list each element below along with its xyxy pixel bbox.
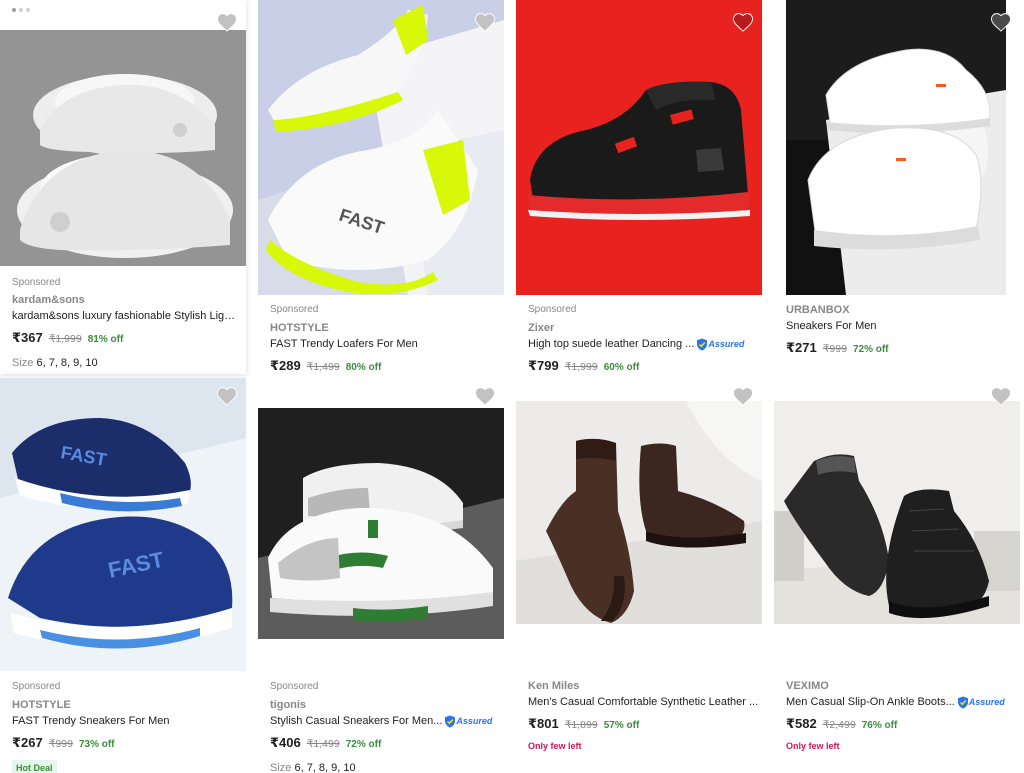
product-card[interactable]: Sponsored tigonis Stylish Casual Sneaker… [258,378,516,773]
discount: 81% off [87,334,124,345]
mrp: ₹2,499 [822,719,856,731]
product-image[interactable]: FAST FAST [0,378,246,671]
sponsored-label: Sponsored [12,277,61,288]
brand-name: tigonis [270,699,307,711]
brand-name: kardam&sons [12,294,85,306]
discount: 72% off [345,739,382,750]
product-image[interactable] [516,0,762,295]
size-values: 6, 7, 8, 9, 10 [294,762,356,773]
price: ₹367 [12,330,43,345]
product-title[interactable]: Sneakers For Men [786,318,876,334]
brand-name: VEXIMO [786,680,829,692]
product-card[interactable]: Sponsored kardam&sons kardam&sons luxury… [0,0,246,374]
product-title[interactable]: Men's Casual Comfortable Synthetic Leath… [528,694,758,710]
price: ₹289 [270,358,301,373]
assured-text: Assured [708,339,745,349]
price: ₹801 [528,716,559,731]
mrp: ₹1,999 [564,361,598,373]
size-label: Size [270,762,292,773]
sponsored-label: Sponsored [270,304,319,315]
discount: 60% off [603,362,640,373]
product-card[interactable]: Sponsored Zixer High top suede leather D… [516,0,774,380]
mrp: ₹1,899 [564,719,598,731]
mrp: ₹1,499 [306,738,340,750]
assured-shield-icon [445,715,456,727]
size-info: Size 6, 7, 8, 9, 10 [12,357,236,369]
assured-shield-icon [697,338,708,350]
brand-name: HOTSTYLE [270,322,329,334]
product-title[interactable]: Stylish Casual Sneakers For Men... [270,713,442,729]
discount: 72% off [852,344,889,355]
discount: 76% off [861,720,898,731]
product-card[interactable]: Ken Miles Men's Casual Comfortable Synth… [516,378,774,773]
product-title[interactable]: Men Casual Slip-On Ankle Boots... [786,694,955,710]
product-card[interactable]: URBANBOX Sneakers For Men ₹271 ₹999 72% … [774,0,1024,380]
sponsored-label: Sponsored [270,681,319,692]
stock-status: Only few left [528,741,582,751]
assured-badge: Assured [696,336,744,352]
product-image[interactable] [774,401,1020,624]
product-card[interactable]: FAST Sponsored HOTSTYLE FAST Trendy Loaf… [258,0,516,380]
brand-name: Ken Miles [528,680,580,692]
product-card[interactable]: FAST FAST Sponsored HOTSTYLE FAST Trendy… [0,378,258,773]
discount: 80% off [345,362,382,373]
sponsored-label: Sponsored [12,681,61,692]
discount: 57% off [603,720,640,731]
product-image[interactable] [258,408,504,639]
mrp: ₹999 [48,738,73,750]
heart-icon[interactable] [990,386,1012,406]
size-label: Size [12,357,34,369]
heart-icon[interactable] [990,12,1012,32]
mrp: ₹1,999 [48,333,82,345]
size-info: Size 6, 7, 8, 9, 10 [270,762,506,773]
product-image[interactable] [0,30,246,266]
heart-icon[interactable] [216,386,238,406]
price: ₹267 [12,735,43,750]
heart-icon[interactable] [474,12,496,32]
mrp: ₹1,499 [306,361,340,373]
product-image[interactable]: FAST [258,0,504,295]
mrp: ₹999 [822,343,847,355]
assured-badge: Assured [444,713,492,729]
assured-shield-icon [957,696,968,708]
assured-text: Assured [456,716,493,726]
brand-name: Zixer [528,322,555,334]
heart-icon[interactable] [732,12,754,32]
size-values: 6, 7, 8, 9, 10 [36,357,98,369]
price: ₹406 [270,735,301,750]
heart-icon[interactable] [216,12,238,32]
hot-deal-badge: Hot Deal [12,760,57,773]
sponsored-label: Sponsored [528,304,577,315]
price: ₹799 [528,358,559,373]
assured-badge: Assured [957,694,1005,710]
heart-icon[interactable] [732,386,754,406]
stock-status: Only few left [786,741,840,751]
discount: 73% off [78,739,115,750]
product-title[interactable]: kardam&sons luxury fashionable Stylish L… [12,308,236,324]
product-title[interactable]: FAST Trendy Sneakers For Men [12,713,170,729]
product-card[interactable]: VEXIMO Men Casual Slip-On Ankle Boots...… [774,378,1024,773]
brand-name: HOTSTYLE [12,699,71,711]
price: ₹582 [786,716,817,731]
product-title[interactable]: FAST Trendy Loafers For Men [270,336,418,352]
heart-icon[interactable] [474,386,496,406]
product-title[interactable]: High top suede leather Dancing ... [528,336,694,352]
image-carousel-dots [12,8,30,12]
brand-name: URBANBOX [786,304,850,316]
product-image[interactable] [516,401,762,624]
product-image[interactable] [786,0,1006,295]
price: ₹271 [786,340,817,355]
assured-text: Assured [968,697,1005,707]
